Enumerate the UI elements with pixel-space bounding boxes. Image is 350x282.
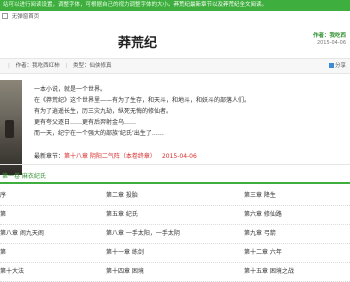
chapter-link[interactable]: 第十二章 六年 [244, 244, 282, 262]
description-line: 有为了逍遥长生，历三灾九劫，纵死无悔的修仙者。 [34, 108, 173, 115]
description-line: 一本小说，就是一个世界。 [34, 86, 107, 93]
chapter-link[interactable]: 第九章 弓箭 [244, 225, 276, 243]
chapter-row: 第十大法 第十四章 困境 第十五章 困境之战 [0, 263, 350, 282]
chapter-link[interactable]: 第 [0, 206, 6, 224]
breadcrumb: 无弹窗首页 [0, 13, 350, 22]
chapter-row: 序 第二章 投胎 第三章 降生 [0, 187, 350, 206]
description-line: 而一天，纪宁在一个强大的部族‘纪氏’出生了…… [34, 130, 164, 137]
notice-text: 站可以进行阅读设置，调整字体，可根据自己的视力调整字体的大小。 [3, 2, 174, 8]
divider: | [8, 63, 10, 69]
volume-header: 第一卷 麻衣纪氏 [0, 171, 350, 184]
latest-label: 最新章节： [34, 153, 65, 160]
top-notice-bar: 站可以进行阅读设置，调整字体，可根据自己的视力调整字体的大小。莽荒纪最新章节以及… [0, 0, 350, 11]
home-icon [2, 13, 8, 19]
volume-title: 第一卷 麻衣纪氏 [2, 173, 46, 180]
chapter-row: 第 第五章 纪氏 第六章 修仙路 [0, 206, 350, 225]
book-cover-image[interactable] [0, 80, 22, 175]
share-button[interactable]: 分享 [328, 59, 346, 73]
chapter-link[interactable]: 第八章 一手太阳，一手太阴 [106, 225, 180, 243]
chapter-list: 序 第二章 投胎 第三章 降生 第 第五章 纪氏 第六章 修仙路 第八章 闹九天… [0, 187, 350, 282]
chapter-row: 第 第十一章 练剑 第十二章 六年 [0, 244, 350, 263]
book-meta-bar: | 作者：我吃西红柿 | 类型：仙侠修真 分享 [0, 58, 350, 74]
notice-highlight: 莽荒纪最新章节以及莽荒纪全文阅读。 [173, 2, 268, 8]
chapter-row: 第八章 闹九天闹 第八章 一手太阳，一手太阴 第九章 弓箭 [0, 225, 350, 244]
chapter-link[interactable]: 第十四章 困境 [106, 263, 144, 281]
page-title: 莽荒纪 [118, 36, 158, 51]
chapter-link[interactable]: 第十五章 困境之战 [244, 263, 294, 281]
chapter-link[interactable]: 第十一章 练剑 [106, 244, 144, 262]
author-link[interactable]: 作者：我吃西 [313, 31, 346, 39]
book-description: 一本小说，就是一个世界。 在《莽荒纪》这个世界里——有为了生存，和天斗，和地斗，… [34, 84, 334, 139]
latest-chapter-link[interactable]: 第十八章 阴阳二气阵（本卷终章） [64, 153, 156, 160]
chapter-link[interactable]: 序 [0, 187, 6, 205]
description-line: 在《莽荒纪》这个世界里——有为了生存，和天斗，和地斗，和妖斗的部落人们。 [34, 97, 251, 104]
meta-category[interactable]: 类型：仙侠修真 [73, 63, 112, 69]
latest-chapter: 最新章节：第十八章 阴阳二气阵（本卷终章） 2015-04-06 [34, 151, 197, 160]
latest-date: 2015-04-06 [161, 153, 197, 160]
breadcrumb-home-link[interactable]: 无弹窗首页 [12, 14, 40, 20]
chapter-link[interactable]: 第 [0, 244, 6, 262]
chapter-link[interactable]: 第八章 闹九天闹 [0, 225, 44, 243]
chapter-link[interactable]: 第六章 修仙路 [244, 206, 282, 224]
chapter-link[interactable]: 第三章 降生 [244, 187, 276, 205]
description-line: 更有夸父逐日……更有后羿射金乌…… [34, 119, 137, 126]
update-date-top: 2015-04-06 [316, 40, 346, 46]
share-icon [328, 63, 334, 68]
chapter-link[interactable]: 第十大法 [0, 263, 24, 281]
divider [0, 164, 350, 165]
cover-figure [5, 120, 14, 138]
chapter-link[interactable]: 第五章 纪氏 [106, 206, 138, 224]
chapter-link[interactable]: 第二章 投胎 [106, 187, 138, 205]
meta-author[interactable]: 作者：我吃西红柿 [16, 63, 60, 69]
share-label: 分享 [334, 63, 346, 69]
divider: | [65, 63, 68, 69]
